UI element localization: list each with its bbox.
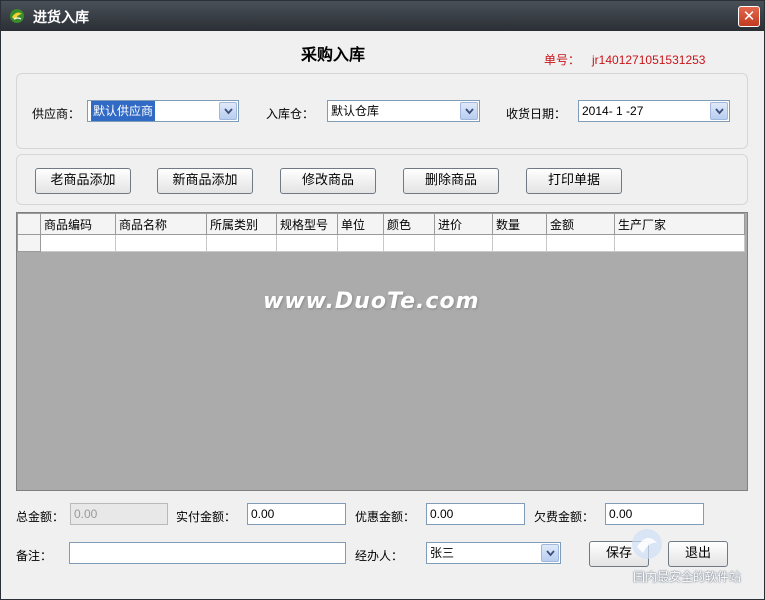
row-header[interactable]	[17, 234, 41, 252]
table-cell[interactable]	[492, 234, 547, 252]
delete-product-button[interactable]: 删除商品	[403, 168, 499, 194]
column-header[interactable]: 进价	[434, 213, 493, 235]
table-cell[interactable]	[614, 234, 745, 252]
site-logo-icon	[632, 529, 662, 559]
table-cell[interactable]	[276, 234, 338, 252]
handler-select[interactable]: 张三	[426, 542, 561, 564]
watermark-text: www.DuoTe.com	[263, 289, 480, 314]
supplier-label: 供应商：	[32, 107, 81, 121]
table-cell[interactable]	[115, 234, 207, 252]
form-heading: 采购入库	[301, 45, 366, 64]
handler-dropdown-button[interactable]	[541, 544, 559, 562]
column-header[interactable]: 商品编码	[40, 213, 116, 235]
table-cell[interactable]	[206, 234, 277, 252]
receive-date-dropdown-button[interactable]	[710, 102, 728, 120]
paid-amount-field[interactable]: 0.00	[247, 503, 346, 525]
column-header[interactable]: 生产厂家	[614, 213, 745, 235]
column-header[interactable]: 所属类别	[206, 213, 277, 235]
discount-amount-field[interactable]: 0.00	[426, 503, 525, 525]
order-number-value: jr1401271051531253	[592, 53, 706, 67]
total-amount-label: 总金额：	[16, 510, 65, 524]
title-bar[interactable]: 进货入库 ✕	[1, 1, 764, 31]
table-cell[interactable]	[337, 234, 384, 252]
order-number: 单号： jr1401271051531253	[544, 51, 705, 68]
purchase-inbound-window: 进货入库 ✕ 采购入库 单号： jr1401271051531253 供应商： 默…	[0, 0, 765, 600]
supplier-dropdown-button[interactable]	[219, 102, 237, 120]
table-header-row: 商品编码 商品名称 所属类别 规格型号 单位 颜色 进价 数量 金额 生产厂家	[17, 213, 745, 235]
site-logo-text: 国内最安全的软件站	[633, 570, 742, 584]
chevron-down-icon	[224, 108, 233, 115]
discount-amount-label: 优惠金额：	[355, 510, 416, 524]
warehouse-dropdown-button[interactable]	[460, 102, 478, 120]
print-receipt-button[interactable]: 打印单据	[526, 168, 622, 194]
table-cell[interactable]	[40, 234, 116, 252]
warehouse-label: 入库仓：	[266, 107, 315, 121]
exit-button[interactable]: 退出	[668, 541, 728, 567]
column-header[interactable]: 商品名称	[115, 213, 207, 235]
chevron-down-icon	[465, 108, 474, 115]
close-icon: ✕	[742, 7, 756, 25]
app-logo-icon	[9, 8, 25, 24]
owed-amount-field[interactable]: 0.00	[605, 503, 704, 525]
column-header[interactable]: 规格型号	[276, 213, 338, 235]
remark-field[interactable]	[69, 542, 346, 564]
column-header[interactable]: 颜色	[383, 213, 435, 235]
supplier-select[interactable]: 默认供应商	[87, 100, 239, 122]
chevron-down-icon	[715, 108, 724, 115]
warehouse-value: 默认仓库	[331, 104, 380, 118]
table-cell[interactable]	[383, 234, 435, 252]
warehouse-select[interactable]: 默认仓库	[327, 100, 480, 122]
order-number-label: 单号：	[544, 53, 581, 67]
close-button[interactable]: ✕	[738, 6, 760, 27]
receive-date-label: 收货日期：	[506, 107, 567, 121]
chevron-down-icon	[546, 550, 555, 557]
supplier-value: 默认供应商	[91, 101, 156, 121]
edit-product-button[interactable]: 修改商品	[280, 168, 376, 194]
add-new-product-button[interactable]: 新商品添加	[157, 168, 253, 194]
receive-date-value: 2014- 1 -27	[582, 104, 644, 118]
owed-amount-label: 欠费金额：	[534, 510, 595, 524]
receive-date-picker[interactable]: 2014- 1 -27	[578, 100, 730, 122]
product-grid[interactable]: 商品编码 商品名称 所属类别 规格型号 单位 颜色 进价 数量 金额 生产厂家	[16, 212, 748, 491]
add-old-product-button[interactable]: 老商品添加	[35, 168, 131, 194]
paid-amount-label: 实付金额：	[176, 510, 237, 524]
column-header[interactable]: 单位	[337, 213, 384, 235]
total-amount-field: 0.00	[70, 503, 168, 525]
remark-label: 备注：	[16, 549, 53, 563]
handler-value: 张三	[430, 546, 455, 560]
product-table: 商品编码 商品名称 所属类别 规格型号 单位 颜色 进价 数量 金额 生产厂家	[17, 213, 745, 252]
column-header[interactable]: 数量	[492, 213, 547, 235]
window-title: 进货入库	[33, 10, 89, 26]
handler-label: 经办人：	[355, 549, 404, 563]
row-header-corner	[17, 213, 41, 235]
table-cell[interactable]	[434, 234, 493, 252]
table-cell[interactable]	[546, 234, 615, 252]
column-header[interactable]: 金额	[546, 213, 615, 235]
table-row[interactable]	[17, 234, 745, 252]
